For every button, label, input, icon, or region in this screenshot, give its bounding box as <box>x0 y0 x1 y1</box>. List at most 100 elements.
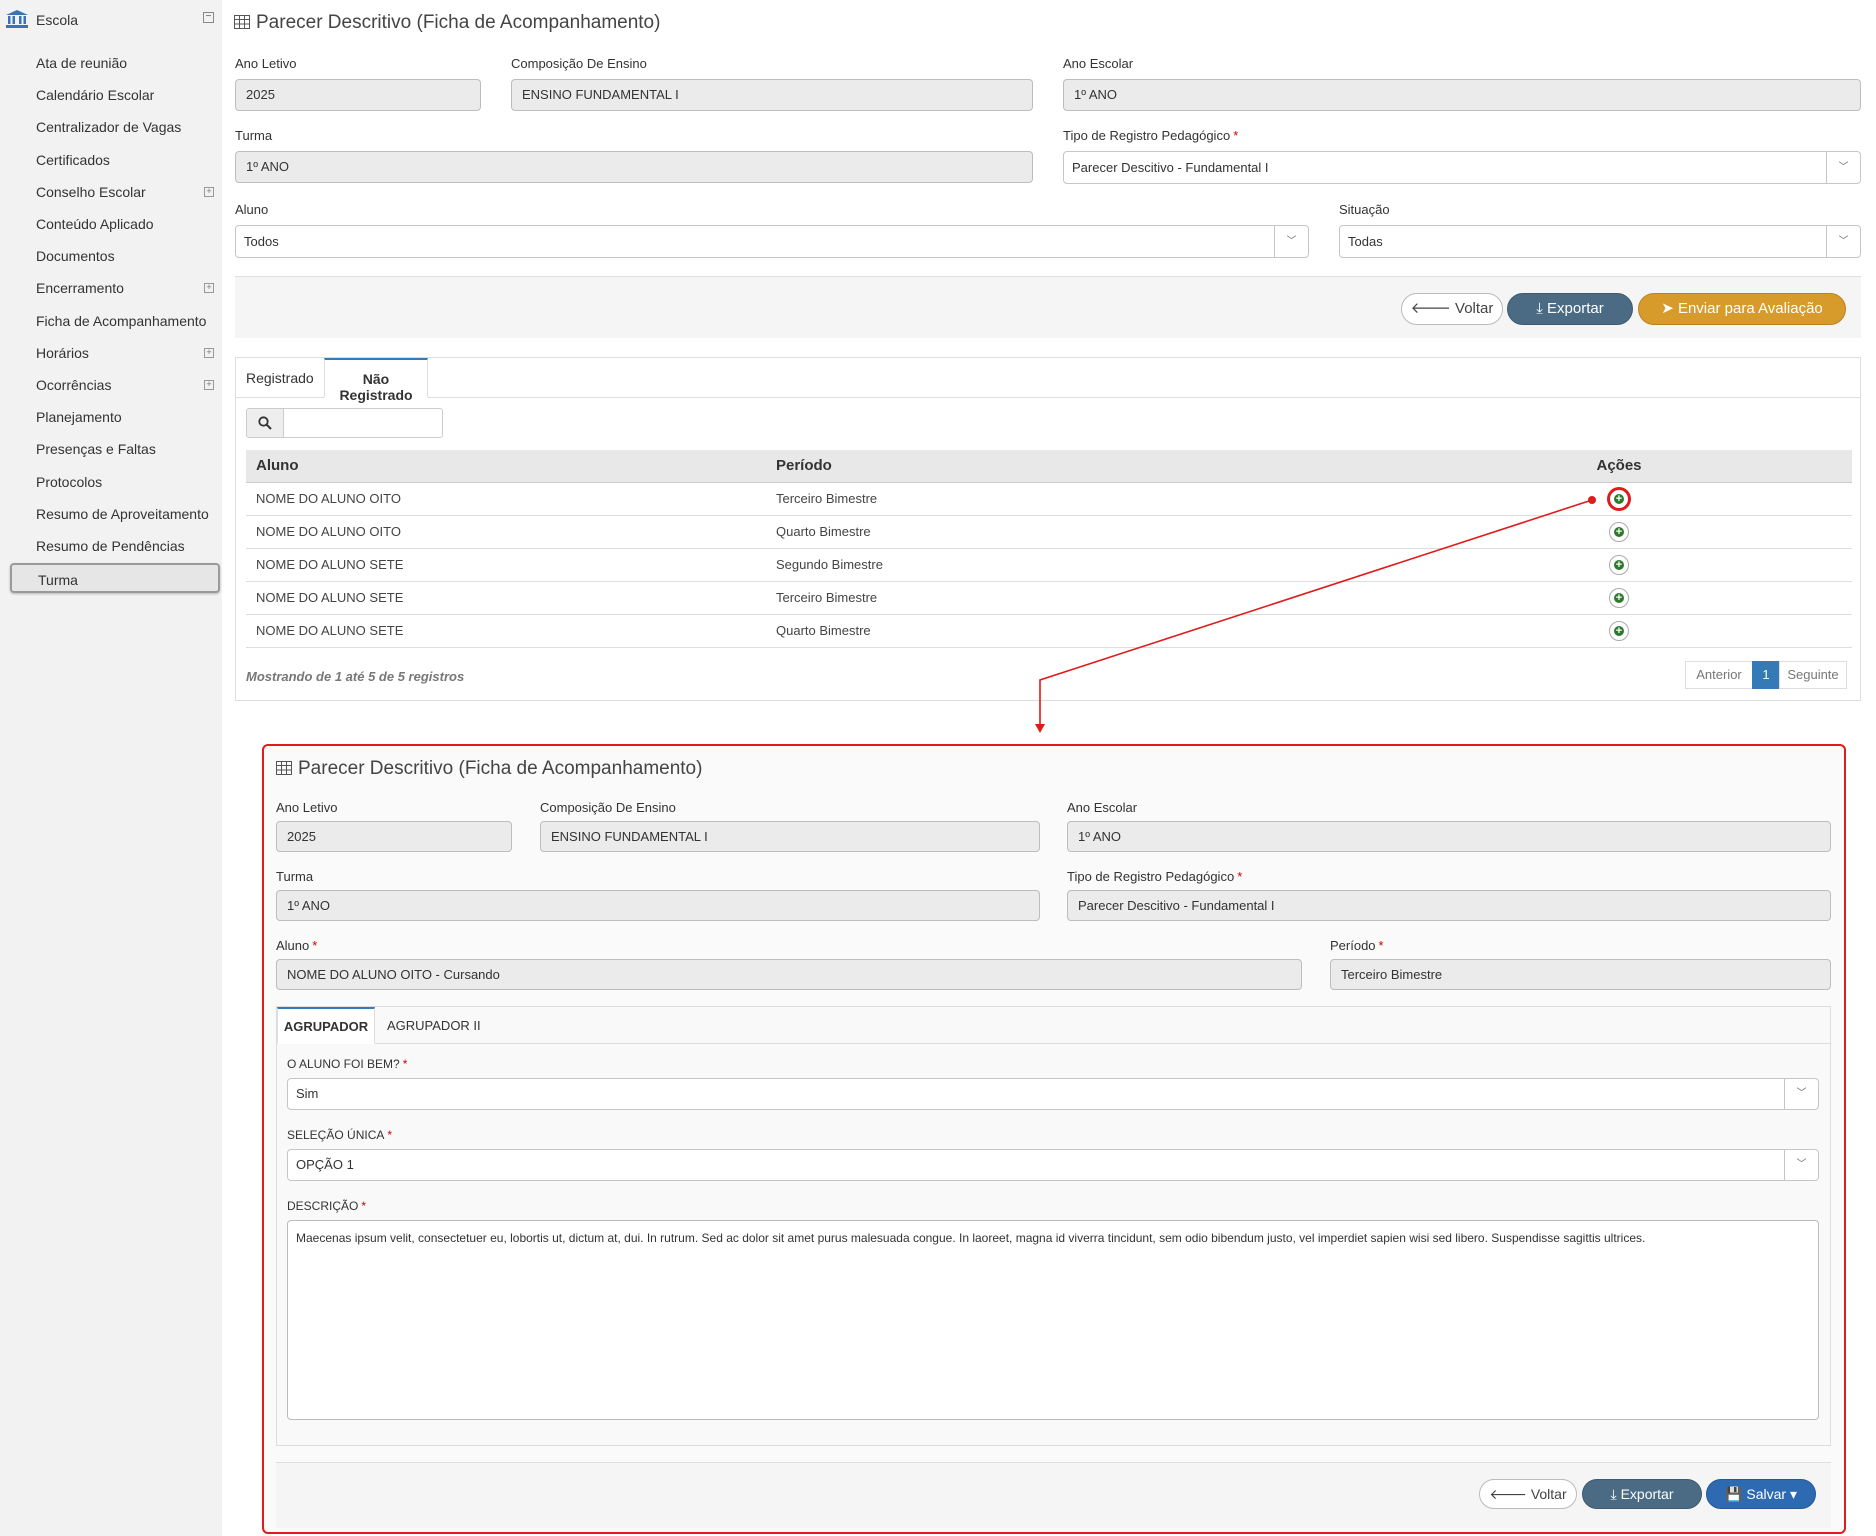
detail-turma-field: 1º ANO <box>276 890 1040 921</box>
q1-value: Sim <box>296 1086 319 1101</box>
sidebar-item-resumo-de-pendencias[interactable]: Resumo de Pendências <box>10 531 220 561</box>
sidebar-item-centralizador-de-vagas[interactable]: Centralizador de Vagas <box>10 112 220 142</box>
exportar-button[interactable]: ⤓ Exportar <box>1507 293 1633 325</box>
sidebar-item-label: Conselho Escolar <box>36 184 146 200</box>
sidebar-item-conteudo-aplicado[interactable]: Conteúdo Aplicado <box>10 209 220 239</box>
tipo-registro-select[interactable]: Parecer Descitivo - Fundamental I ﹀ <box>1063 151 1861 184</box>
sidebar-item-label: Horários <box>36 345 89 361</box>
detail-periodo-label: Período * <box>1330 938 1384 953</box>
salvar-button[interactable]: 💾 Salvar ▾ <box>1706 1479 1816 1509</box>
pagination-prev[interactable]: Anterior <box>1685 661 1753 689</box>
enviar-label: Enviar para Avaliação <box>1677 300 1823 317</box>
q2-select[interactable]: OPÇÃO 1 ﹀ <box>287 1149 1819 1181</box>
sidebar-item-turma[interactable]: Turma <box>10 563 220 593</box>
detail-composicao-field: ENSINO FUNDAMENTAL I <box>540 821 1040 852</box>
search-input[interactable] <box>283 408 443 438</box>
table-grid-icon <box>234 15 250 29</box>
sidebar-item-conselho-escolar[interactable]: Conselho Escolar + <box>10 177 220 207</box>
sidebar-item-label: Resumo de Aproveitamento <box>36 506 209 522</box>
sidebar-item-label: Encerramento <box>36 280 124 296</box>
sidebar-item-label: Ocorrências <box>36 377 112 393</box>
cell-periodo: Terceiro Bimestre <box>766 581 1386 615</box>
ano-letivo-field: 2025 <box>235 79 481 111</box>
plus-circle-icon[interactable] <box>1609 521 1629 542</box>
exportar-label: Exportar <box>1547 300 1604 317</box>
expand-icon[interactable]: + <box>204 348 214 358</box>
tab-agrupador-ii[interactable]: AGRUPADOR II <box>387 1018 481 1033</box>
tipo-registro-label: Tipo de Registro Pedagógico * <box>1063 128 1239 143</box>
q2-label-text: SELEÇÃO ÚNICA <box>287 1128 385 1142</box>
detail-tipo-registro-label: Tipo de Registro Pedagógico * <box>1067 869 1243 884</box>
sidebar-item-ata-de-reuniao[interactable]: Ata de reunião <box>10 48 220 78</box>
collapse-icon[interactable]: − <box>203 12 214 23</box>
chevron-down-icon: ﹀ <box>1826 152 1860 183</box>
sidebar-header[interactable]: Escola − <box>6 8 218 32</box>
search-icon <box>258 416 272 430</box>
enviar-avaliacao-button[interactable]: ➤ Enviar para Avaliação <box>1638 293 1846 325</box>
q3-label: DESCRIÇÃO * <box>287 1199 367 1213</box>
records-table: Aluno Período Ações NOME DO ALUNO OITO Te… <box>246 450 1852 648</box>
expand-icon[interactable]: + <box>204 283 214 293</box>
sidebar-item-label: Planejamento <box>36 409 122 425</box>
col-periodo[interactable]: Período <box>766 450 1386 483</box>
cell-aluno: NOME DO ALUNO OITO <box>246 515 766 549</box>
col-aluno[interactable]: Aluno <box>246 450 766 483</box>
plus-circle-icon[interactable] <box>1609 554 1629 575</box>
plus-circle-icon[interactable] <box>1609 587 1629 608</box>
detail-ano-escolar-label: Ano Escolar <box>1067 800 1138 815</box>
q1-select[interactable]: Sim ﹀ <box>287 1078 1819 1110</box>
sidebar-item-label: Ficha de Acompanhamento <box>36 313 207 329</box>
detail-voltar-button[interactable]: 🡐 Voltar <box>1479 1479 1577 1509</box>
table-row: NOME DO ALUNO SETE Quarto Bimestre <box>246 614 1852 648</box>
arrow-left-icon: 🡐 <box>1489 1486 1527 1502</box>
chevron-down-icon: ﹀ <box>1784 1150 1818 1180</box>
voltar-button[interactable]: 🡐 Voltar <box>1401 293 1503 325</box>
tab-nao-registrado[interactable]: Não Registrado <box>324 358 428 403</box>
records-info: Mostrando de 1 até 5 de 5 registros <box>246 669 465 684</box>
sidebar-item-label: Ata de reunião <box>36 55 128 71</box>
plus-circle-icon[interactable] <box>1609 488 1629 509</box>
sidebar-item-presencas-e-faltas[interactable]: Presenças e Faltas <box>10 434 220 464</box>
sidebar-item-label: Presenças e Faltas <box>36 441 156 457</box>
table-grid-icon <box>276 761 292 775</box>
detail-title-text: Parecer Descritivo (Ficha de Acompanhame… <box>298 758 703 779</box>
plus-circle-icon[interactable] <box>1609 620 1629 641</box>
detail-periodo-field: Terceiro Bimestre <box>1330 959 1831 990</box>
q1-label: O ALUNO FOI BEM? * <box>287 1057 408 1071</box>
search-button[interactable] <box>246 408 284 438</box>
sidebar-item-documentos[interactable]: Documentos <box>10 241 220 271</box>
sidebar-item-protocolos[interactable]: Protocolos <box>10 467 220 497</box>
sidebar-item-planejamento[interactable]: Planejamento <box>10 402 220 432</box>
sidebar-item-certificados[interactable]: Certificados <box>10 145 220 175</box>
ano-escolar-field: 1º ANO <box>1063 79 1861 111</box>
sidebar-item-label: Conteúdo Aplicado <box>36 216 154 232</box>
detail-panel: Parecer Descritivo (Ficha de Acompanhame… <box>262 744 1846 1534</box>
sidebar-item-horarios[interactable]: Horários + <box>10 338 220 368</box>
tab-agrupador[interactable]: AGRUPADOR <box>277 1007 375 1044</box>
situacao-select[interactable]: Todas ﹀ <box>1339 225 1861 258</box>
pagination-current[interactable]: 1 <box>1752 661 1780 689</box>
aluno-select[interactable]: Todos ﹀ <box>235 225 1309 258</box>
expand-icon[interactable]: + <box>204 187 214 197</box>
tab-registrado-label: Registrado <box>246 370 314 386</box>
page-title-text: Parecer Descritivo (Ficha de Acompanhame… <box>256 12 661 33</box>
sidebar-item-encerramento[interactable]: Encerramento + <box>10 273 220 303</box>
expand-icon[interactable]: + <box>204 380 214 390</box>
detail-voltar-label: Voltar <box>1530 1486 1567 1502</box>
aluno-label: Aluno <box>235 202 269 217</box>
cell-acoes <box>1386 548 1852 582</box>
pagination-next[interactable]: Seguinte <box>1779 661 1847 689</box>
sidebar-item-ficha-de-acompanhamento[interactable]: Ficha de Acompanhamento <box>10 306 220 336</box>
detail-exportar-button[interactable]: ⤓ Exportar <box>1582 1479 1702 1509</box>
tipo-registro-label-text: Tipo de Registro Pedagógico <box>1063 128 1231 143</box>
tab-registrado[interactable]: Registrado <box>246 370 314 386</box>
detail-tipo-registro-field: Parecer Descitivo - Fundamental I <box>1067 890 1831 921</box>
sidebar-header-label: Escola <box>36 12 79 28</box>
records-panel: Registrado Não Registrado Aluno Período … <box>235 357 1861 701</box>
sidebar-item-resumo-de-aproveitamento[interactable]: Resumo de Aproveitamento <box>10 499 220 529</box>
detail-tipo-registro-label-text: Tipo de Registro Pedagógico <box>1067 869 1235 884</box>
detail-aluno-field: NOME DO ALUNO OITO - Cursando <box>276 959 1302 990</box>
descricao-textarea[interactable] <box>287 1220 1819 1420</box>
sidebar-item-ocorrencias[interactable]: Ocorrências + <box>10 370 220 400</box>
sidebar-item-calendario-escolar[interactable]: Calendário Escolar <box>10 80 220 110</box>
